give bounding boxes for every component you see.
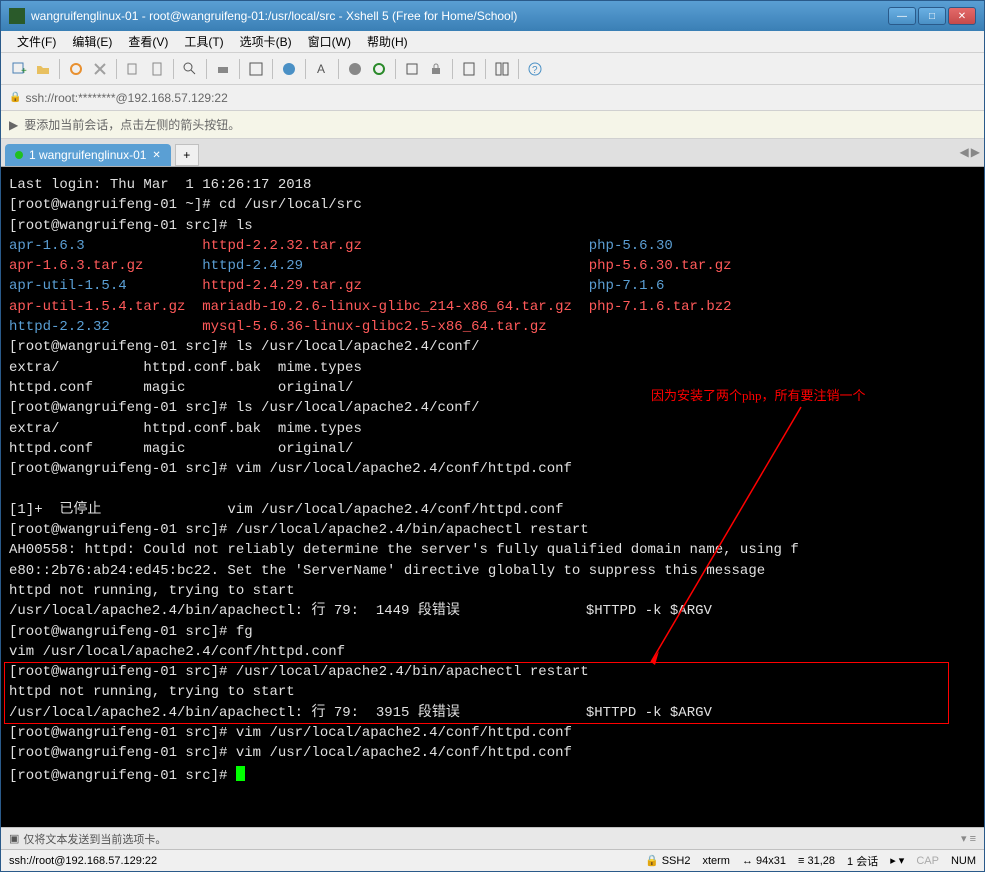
menu-help[interactable]: 帮助(H): [359, 31, 416, 52]
tab-close-icon[interactable]: ✕: [152, 150, 160, 161]
lock-icon: 🔒: [9, 92, 21, 103]
connection-dot-icon: [15, 151, 23, 159]
cursor: [236, 766, 245, 781]
close-button[interactable]: ✕: [948, 7, 976, 25]
term-size: ↔ 94x31: [742, 855, 786, 867]
fullscreen-button[interactable]: [402, 59, 422, 79]
connection-status: ssh://root@192.168.57.129:22: [9, 855, 157, 867]
svg-text:+: +: [21, 66, 27, 77]
find-button[interactable]: [180, 59, 200, 79]
cap-indicator: CAP: [916, 855, 939, 867]
maximize-button[interactable]: □: [918, 7, 946, 25]
infobar-text: 要添加当前会话，点击左侧的箭头按钮。: [24, 116, 240, 133]
arrow-icon[interactable]: ▶: [9, 118, 18, 132]
svg-text:A: A: [317, 62, 325, 76]
svg-text:?: ?: [532, 65, 538, 76]
app-icon: [9, 8, 25, 24]
term-type: xterm: [702, 855, 730, 867]
copy-button[interactable]: [123, 59, 143, 79]
help-button[interactable]: ?: [525, 59, 545, 79]
statusbar-menu-icon[interactable]: ▾ ≡: [961, 832, 976, 845]
calc-button[interactable]: [459, 59, 479, 79]
tabbar: 1 wangruifenglinux-01 ✕ + ◀ ▶: [1, 139, 984, 167]
toolbar: + A ?: [1, 53, 984, 85]
tab-active[interactable]: 1 wangruifenglinux-01 ✕: [5, 144, 171, 166]
send-text: 仅将文本发送到当前选项卡。: [23, 831, 166, 847]
cursor-pos: ≡ 31,28: [798, 855, 835, 867]
address-text[interactable]: ssh://root:********@192.168.57.129:22: [25, 91, 227, 105]
menu-file[interactable]: 文件(F): [9, 31, 64, 52]
new-tab-button[interactable]: +: [175, 144, 199, 166]
sessions-dropdown-icon[interactable]: ▸ ▾: [890, 854, 904, 867]
tab-label: 1 wangruifenglinux-01: [29, 148, 146, 162]
menu-window[interactable]: 窗口(W): [300, 31, 359, 52]
send-icon[interactable]: ▣: [9, 832, 19, 845]
properties-button[interactable]: [246, 59, 266, 79]
statusbar: ssh://root@192.168.57.129:22 🔒 SSH2 xter…: [1, 849, 984, 871]
window-title: wangruifenglinux-01 - root@wangruifeng-0…: [31, 9, 888, 23]
open-button[interactable]: [33, 59, 53, 79]
statusbar-send: ▣ 仅将文本发送到当前选项卡。 ▾ ≡: [1, 827, 984, 849]
disconnect-button[interactable]: [90, 59, 110, 79]
num-indicator: NUM: [951, 855, 976, 867]
terminal[interactable]: Last login: Thu Mar 1 16:26:17 2018 [roo…: [1, 167, 984, 827]
color-button[interactable]: [279, 59, 299, 79]
addressbar: 🔒 ssh://root:********@192.168.57.129:22: [1, 85, 984, 111]
lock-button[interactable]: [426, 59, 446, 79]
tab-next-icon[interactable]: ▶: [971, 145, 980, 159]
script-button[interactable]: [345, 59, 365, 79]
menubar: 文件(F) 编辑(E) 查看(V) 工具(T) 选项卡(B) 窗口(W) 帮助(…: [1, 31, 984, 53]
session-count: 1 会话: [847, 853, 878, 869]
annotation-arrow: [641, 397, 841, 677]
infobar: ▶ 要添加当前会话，点击左侧的箭头按钮。: [1, 111, 984, 139]
reconnect-button[interactable]: [66, 59, 86, 79]
annotation-text: 因为安装了两个php，所有要注销一个: [651, 387, 866, 406]
paste-button[interactable]: [147, 59, 167, 79]
ssh-status: 🔒 SSH2: [645, 854, 691, 867]
titlebar: wangruifenglinux-01 - root@wangruifeng-0…: [1, 1, 984, 31]
print-button[interactable]: [213, 59, 233, 79]
minimize-button[interactable]: —: [888, 7, 916, 25]
font-button[interactable]: A: [312, 59, 332, 79]
menu-view[interactable]: 查看(V): [120, 31, 176, 52]
tab-prev-icon[interactable]: ◀: [960, 145, 969, 159]
menu-tab[interactable]: 选项卡(B): [232, 31, 300, 52]
sync-button[interactable]: [369, 59, 389, 79]
menu-edit[interactable]: 编辑(E): [64, 31, 120, 52]
new-session-button[interactable]: +: [9, 59, 29, 79]
layout-button[interactable]: [492, 59, 512, 79]
menu-tools[interactable]: 工具(T): [176, 31, 231, 52]
